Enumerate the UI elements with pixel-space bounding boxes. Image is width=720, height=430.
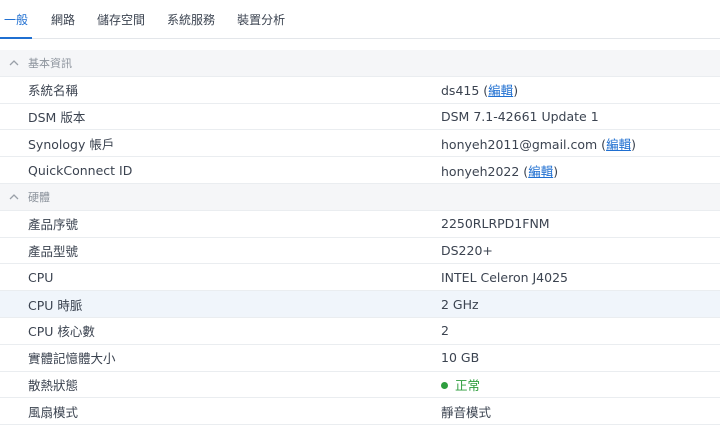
table-row: 系統名稱 ds415 (編輯) [0, 77, 720, 104]
tab-services[interactable]: 系統服務 [156, 0, 226, 38]
table-row: CPU INTEL Celeron J4025 [0, 264, 720, 292]
row-value: DS220+ [441, 242, 493, 258]
quickconnect-value: honyeh2022 [441, 163, 520, 179]
table-row: 風扇模式 靜音模式 [0, 398, 720, 426]
row-value: INTEL Celeron J4025 [441, 269, 568, 285]
chevron-up-icon[interactable] [0, 193, 28, 200]
row-label: 實體記憶體大小 [28, 351, 116, 367]
row-value: ds415 (編輯) [441, 83, 519, 99]
table-row: 產品型號 DS220+ [0, 238, 720, 265]
tab-network[interactable]: 網路 [40, 0, 86, 38]
row-value: 10 GB [441, 350, 480, 366]
row-value: honyeh2011@gmail.com (編輯) [441, 136, 636, 152]
table-row: 實體記憶體大小 10 GB [0, 345, 720, 372]
edit-quickconnect-link[interactable]: 編輯 [528, 164, 553, 179]
section-title: 基本資訊 [28, 56, 72, 70]
row-label: DSM 版本 [28, 109, 86, 125]
info-table: 基本資訊 系統名稱 ds415 (編輯) DSM 版本 DSM 7.1-4266… [0, 50, 720, 426]
section-header-hardware[interactable]: 硬體 [0, 183, 720, 211]
row-label: 散熱狀態 [28, 377, 79, 393]
tab-device-analytics[interactable]: 裝置分析 [226, 0, 296, 38]
row-value: 2250RLRPD1FNM [441, 216, 550, 232]
row-value: honyeh2022 (編輯) [441, 163, 559, 179]
section-title: 硬體 [28, 190, 50, 204]
row-label: 風扇模式 [28, 404, 79, 420]
table-row: QuickConnect ID honyeh2022 (編輯) [0, 157, 720, 184]
edit-system-name-link[interactable]: 編輯 [488, 83, 513, 98]
row-label: 產品型號 [28, 243, 79, 259]
row-label: CPU 時脈 [28, 297, 83, 313]
account-value: honyeh2011@gmail.com [441, 136, 598, 152]
table-row: CPU 核心數 2 [0, 318, 720, 345]
row-value: 正常 [441, 375, 720, 394]
system-name-value: ds415 [441, 83, 480, 99]
tab-storage[interactable]: 儲存空間 [86, 0, 156, 38]
tab-bar: 一般 網路 儲存空間 系統服務 裝置分析 [0, 0, 720, 39]
row-value: 2 [441, 323, 449, 339]
row-label: 系統名稱 [28, 83, 79, 99]
edit-account-link[interactable]: 編輯 [606, 137, 631, 152]
thermal-status: 正常 [455, 377, 481, 393]
row-value: 2 GHz [441, 296, 479, 312]
row-label: 產品序號 [28, 217, 79, 233]
table-row: 散熱狀態 正常 [0, 372, 720, 399]
chevron-up-icon[interactable] [0, 59, 28, 66]
row-label: CPU 核心數 [28, 324, 95, 340]
row-label: QuickConnect ID [28, 162, 133, 178]
section-header-basic[interactable]: 基本資訊 [0, 50, 720, 77]
tab-general[interactable]: 一般 [0, 0, 40, 39]
row-value: 靜音模式 [441, 404, 492, 420]
table-row: Synology 帳戶 honyeh2011@gmail.com (編輯) [0, 130, 720, 158]
row-label: CPU [28, 269, 54, 285]
status-dot-icon [441, 381, 448, 389]
table-row: CPU 時脈 2 GHz [0, 291, 720, 318]
table-row: DSM 版本 DSM 7.1-42661 Update 1 [0, 104, 720, 131]
row-label: Synology 帳戶 [28, 136, 115, 152]
row-value: DSM 7.1-42661 Update 1 [441, 108, 599, 124]
table-row: 產品序號 2250RLRPD1FNM [0, 211, 720, 238]
